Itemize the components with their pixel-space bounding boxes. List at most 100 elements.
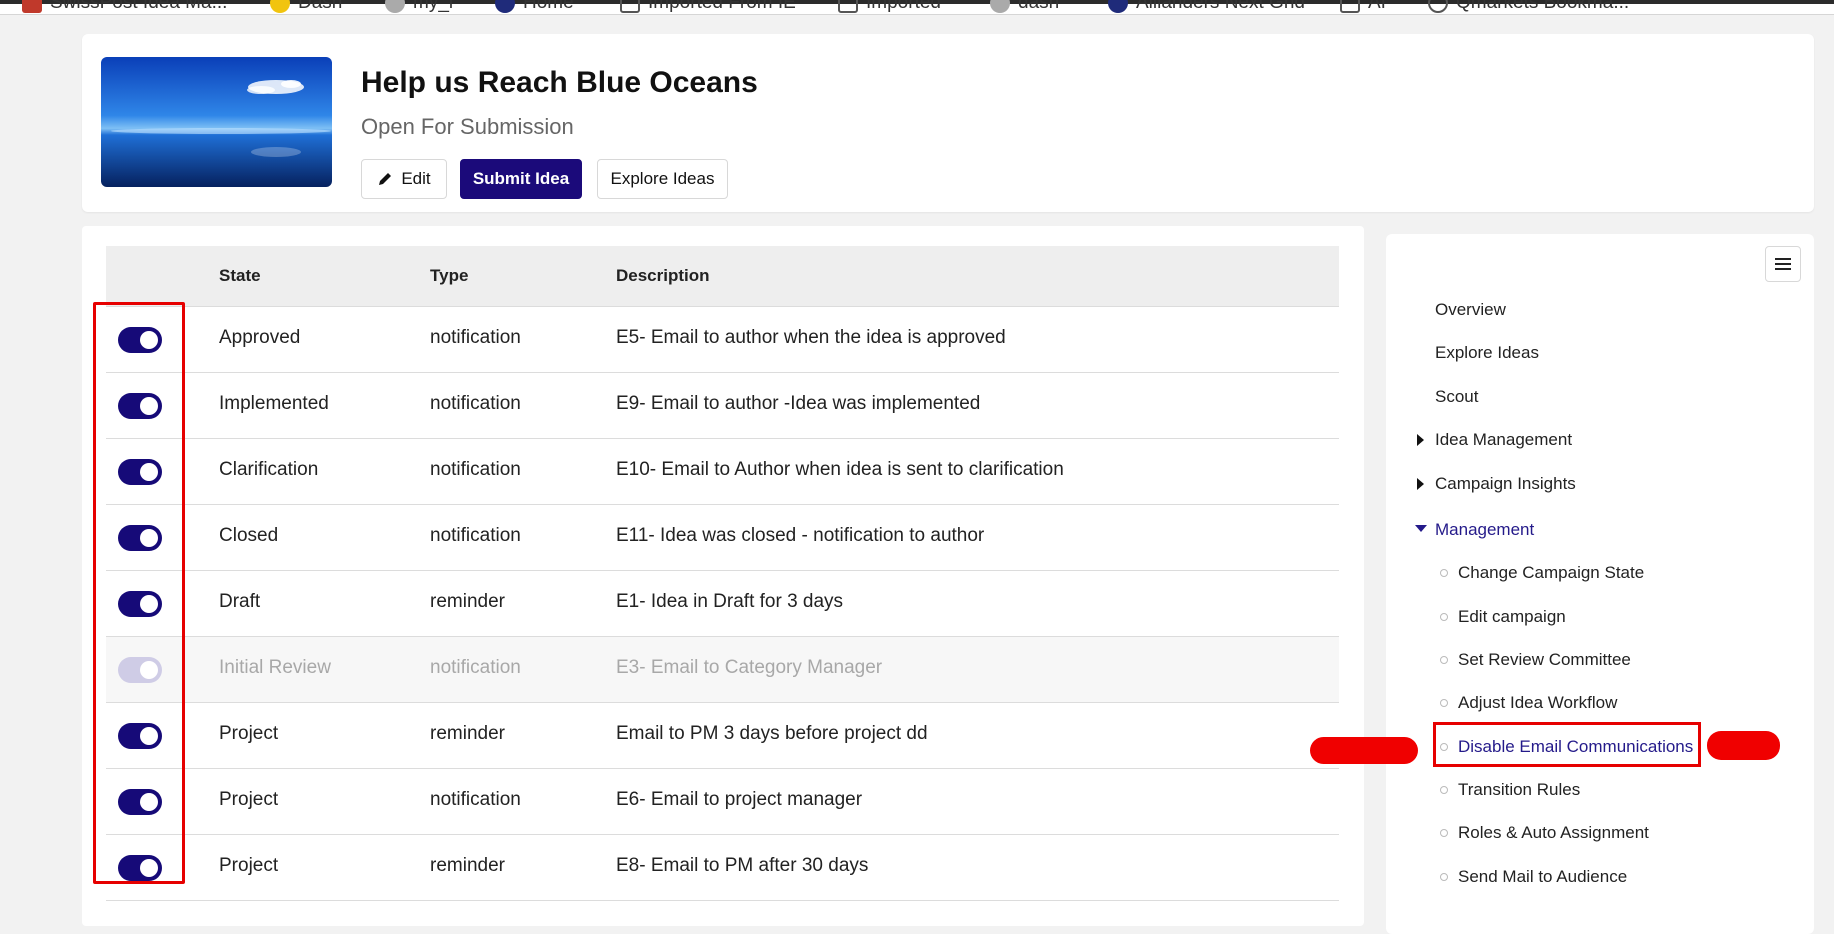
type-cell: reminder [430, 723, 505, 744]
folder-icon [620, 0, 640, 13]
nav-idea-management[interactable]: Idea Management [1435, 430, 1572, 450]
description-cell: E6- Email to project manager [616, 789, 863, 810]
column-header-type: Type [430, 266, 469, 285]
table-header: State Type Description [106, 246, 1339, 307]
table-row: Project reminder E8- Email to PM after 3… [106, 835, 1339, 901]
nav-management[interactable]: Management [1435, 520, 1534, 540]
caret-down-icon [1415, 525, 1427, 532]
nav-campaign-insights[interactable]: Campaign Insights [1435, 474, 1576, 494]
state-cell: Project [219, 789, 279, 810]
state-cell: Draft [219, 591, 261, 612]
type-cell: notification [430, 393, 521, 414]
type-cell: notification [430, 327, 521, 348]
nav-transition-rules[interactable]: Transition Rules [1440, 780, 1580, 800]
type-cell: notification [430, 459, 521, 480]
folder-icon [1340, 0, 1360, 13]
nav-roles-auto-assignment[interactable]: Roles & Auto Assignment [1440, 823, 1649, 843]
edit-button[interactable]: Edit [361, 159, 447, 199]
flag-icon [22, 0, 42, 13]
description-cell: E5- Email to author when the idea is app… [616, 327, 1006, 348]
table-row: Implemented notification E9- Email to au… [106, 373, 1339, 439]
state-cell: Project [219, 723, 279, 744]
nav-edit-campaign[interactable]: Edit campaign [1440, 607, 1566, 627]
bookmark-imported-from-ie[interactable]: Imported From IE [620, 0, 796, 14]
description-cell: E8- Email to PM after 30 days [616, 855, 869, 876]
campaign-sidebar: Overview Explore Ideas Scout Idea Manage… [1386, 234, 1814, 934]
table-row: Clarification notification E10- Email to… [106, 439, 1339, 505]
campaign-image [101, 57, 332, 187]
nav-overview[interactable]: Overview [1435, 300, 1506, 320]
pencil-icon [379, 173, 392, 185]
nav-explore-ideas[interactable]: Explore Ideas [1435, 343, 1539, 363]
state-cell: Closed [219, 525, 279, 546]
nav-change-campaign-state[interactable]: Change Campaign State [1440, 563, 1644, 583]
state-cell: Clarification [219, 459, 319, 480]
nav-send-mail-to-audience[interactable]: Send Mail to Audience [1440, 867, 1627, 887]
description-cell: E1- Idea in Draft for 3 days [616, 591, 844, 612]
table-row: Initial Review notification E3- Email to… [106, 637, 1339, 703]
hamburger-menu-button[interactable] [1765, 246, 1801, 282]
column-header-state: State [219, 266, 261, 285]
type-cell: reminder [430, 591, 505, 612]
globe-icon [385, 0, 405, 13]
state-cell: Project [219, 855, 279, 876]
bullet-icon [1440, 786, 1448, 794]
campaign-status: Open For Submission [361, 114, 574, 139]
nav-scout[interactable]: Scout [1435, 387, 1478, 407]
hamburger-icon [1775, 258, 1791, 270]
ocean-image [101, 57, 332, 187]
bullet-icon [1440, 656, 1448, 664]
type-cell: notification [430, 525, 521, 546]
bookmark-imported[interactable]: Imported [838, 0, 941, 14]
table-row: Project reminder Email to PM 3 days befo… [106, 703, 1339, 769]
description-cell: Email to PM 3 days before project dd [616, 723, 928, 744]
type-cell: notification [430, 657, 521, 678]
bookmark-ai[interactable]: AI [1340, 0, 1386, 14]
bookmark-allianders[interactable]: Allianders Next Gnd [1108, 0, 1305, 14]
description-cell: E9- Email to author -Idea was implemente… [616, 393, 981, 414]
bullet-icon [1440, 613, 1448, 621]
active-nav-highlight [1433, 722, 1701, 767]
type-cell: notification [430, 789, 521, 810]
table-row: Approved notification E5- Email to autho… [106, 307, 1339, 373]
state-cell: Approved [219, 327, 301, 348]
bookmarks-bar: SwissPost Idea Ma... Dash my_i Home Impo… [0, 0, 1834, 15]
table-row: Draft reminder E1- Idea in Draft for 3 d… [106, 571, 1339, 637]
bookmark-dash-2[interactable]: dash [990, 0, 1059, 14]
submit-idea-button[interactable]: Submit Idea [460, 159, 582, 199]
redaction-mark [1310, 737, 1418, 764]
redaction-mark [1707, 731, 1780, 760]
caret-right-icon [1417, 478, 1424, 490]
email-communications-panel: State Type Description Approved notifica… [82, 226, 1364, 926]
campaign-header: Help us Reach Blue Oceans Open For Submi… [82, 34, 1814, 212]
dash-icon [270, 0, 290, 13]
bullet-icon [1440, 873, 1448, 881]
explore-ideas-button[interactable]: Explore Ideas [597, 159, 728, 199]
type-cell: reminder [430, 855, 505, 876]
bullet-icon [1440, 569, 1448, 577]
bullet-icon [1440, 829, 1448, 837]
state-cell: Implemented [219, 393, 329, 414]
folder-icon [838, 0, 858, 13]
bookmark-home[interactable]: Home [495, 0, 574, 14]
column-header-description: Description [616, 266, 710, 285]
bullet-icon [1440, 699, 1448, 707]
logo-icon [1108, 0, 1128, 13]
state-cell: Initial Review [219, 657, 331, 678]
description-cell: E11- Idea was closed - notification to a… [616, 525, 985, 546]
globe-icon [990, 0, 1010, 13]
nav-adjust-idea-workflow[interactable]: Adjust Idea Workflow [1440, 693, 1617, 713]
bookmark-qmarkets[interactable]: Qmarkets Bookma... [1428, 0, 1629, 14]
table-row: Closed notification E11- Idea was closed… [106, 505, 1339, 571]
table-row: Project notification E6- Email to projec… [106, 769, 1339, 835]
nav-set-review-committee[interactable]: Set Review Committee [1440, 650, 1631, 670]
campaign-title: Help us Reach Blue Oceans [361, 66, 758, 99]
bookmark-swisspost[interactable]: SwissPost Idea Ma... [22, 0, 227, 14]
bookmark-my-i[interactable]: my_i [385, 0, 453, 14]
home-logo-icon [495, 0, 515, 13]
globe-icon [1428, 0, 1448, 13]
description-cell: E3- Email to Category Manager [616, 657, 883, 678]
bookmark-dash[interactable]: Dash [270, 0, 342, 14]
toggle-column-highlight [93, 302, 185, 884]
caret-right-icon [1417, 434, 1424, 446]
